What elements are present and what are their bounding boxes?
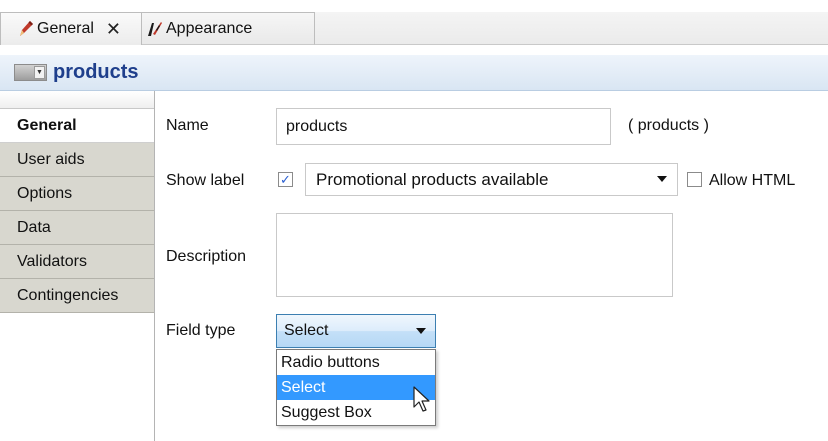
chevron-down-icon: [416, 328, 426, 334]
pencil-icon: [20, 21, 33, 36]
page-title: products: [53, 61, 139, 83]
sidebar-item-general[interactable]: General: [0, 109, 154, 143]
header-dropdown-button[interactable]: ▼: [14, 64, 47, 81]
paintbrush-icon: [148, 21, 162, 36]
dropdown-option-suggest-box[interactable]: Suggest Box: [277, 400, 435, 425]
allow-html-label: Allow HTML: [709, 172, 796, 189]
sidebar-item-user-aids[interactable]: User aids: [0, 143, 154, 177]
sidebar-item-label: Contingencies: [17, 286, 119, 304]
sidebar-item-label: Data: [17, 218, 51, 236]
checkmark-icon: ✓: [280, 172, 291, 187]
form-field-header: ▼ products: [0, 55, 828, 91]
label-text-select[interactable]: Promotional products available: [305, 163, 678, 196]
editor-tab-bar: General ✕ Appearance: [0, 0, 828, 47]
dropdown-option-label: Suggest Box: [281, 403, 372, 421]
allow-html-checkbox[interactable]: [687, 172, 702, 187]
sidebar-spacer: [0, 91, 154, 109]
sidebar-item-validators[interactable]: Validators: [0, 245, 154, 279]
description-textarea[interactable]: [276, 213, 673, 297]
field-type-select[interactable]: Select: [276, 314, 436, 348]
label-text-value: Promotional products available: [316, 169, 549, 189]
sidebar-item-label: Validators: [17, 252, 87, 270]
close-icon[interactable]: ✕: [106, 19, 121, 40]
name-computed-text: ( products ): [628, 117, 709, 134]
show-label-checkbox[interactable]: ✓: [278, 172, 293, 187]
chevron-down-icon: ▼: [34, 66, 45, 79]
name-input[interactable]: products: [276, 108, 611, 145]
dropdown-option-label: Select: [281, 378, 326, 396]
sidebar-item-label: General: [17, 116, 77, 134]
field-type-value: Select: [284, 322, 329, 339]
dropdown-option-select[interactable]: Select: [277, 375, 435, 400]
sidebar-item-options[interactable]: Options: [0, 177, 154, 211]
dropdown-option-radio-buttons[interactable]: Radio buttons: [277, 350, 435, 375]
sidebar-item-label: Options: [17, 184, 73, 202]
show-label-label: Show label: [166, 172, 245, 189]
sidebar-item-label: User aids: [17, 150, 85, 168]
tab-appearance-label: Appearance: [166, 19, 253, 37]
sidebar-item-data[interactable]: Data: [0, 211, 154, 245]
field-type-label: Field type: [166, 322, 236, 339]
tab-general-label: General: [37, 20, 94, 37]
tab-general[interactable]: General ✕: [0, 12, 142, 45]
tab-bar-background: [315, 12, 828, 45]
field-type-dropdown-list: Radio buttons Select Suggest Box: [276, 349, 436, 426]
tab-appearance[interactable]: Appearance: [142, 12, 315, 45]
settings-sidebar: General User aids Options Data Validator…: [0, 91, 155, 441]
sidebar-item-contingencies[interactable]: Contingencies: [0, 279, 154, 313]
chevron-down-icon: [657, 176, 667, 182]
name-label: Name: [166, 117, 209, 134]
dropdown-option-label: Radio buttons: [281, 353, 380, 371]
name-input-value: products: [286, 117, 348, 135]
description-label: Description: [166, 248, 247, 265]
